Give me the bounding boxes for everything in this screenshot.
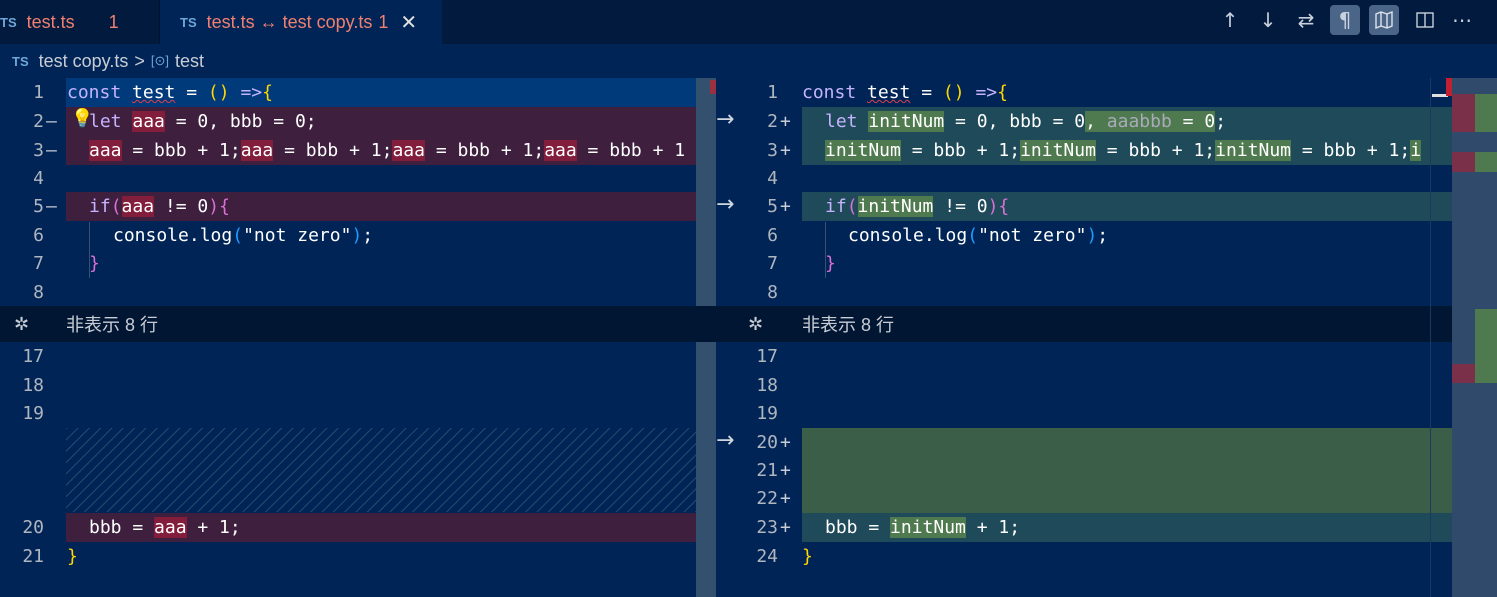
code-line-24: } <box>802 546 813 567</box>
removed-marker: — <box>46 196 57 217</box>
line-number: 17 <box>22 346 44 367</box>
code-line-23: bbb = initNum + 1; <box>825 517 1021 538</box>
line-number: 24 <box>756 546 778 567</box>
breadcrumb: TS test copy.ts > [⊙] test <box>0 44 1497 78</box>
added-marker: + <box>780 140 791 161</box>
typescript-icon: TS <box>12 53 29 69</box>
line-number: 20 <box>22 517 44 538</box>
pilcrow-icon[interactable]: ¶ <box>1330 5 1360 35</box>
tab-diff[interactable]: TS test.ts ↔ test copy.ts 1 ✕ <box>160 0 442 44</box>
tab-bar: TS test.ts 1 TS test.ts ↔ test copy.ts 1… <box>0 0 1497 44</box>
problem-count: 1 <box>378 11 389 32</box>
code-line-7: } <box>825 253 836 274</box>
tab-label: test.ts <box>26 11 75 32</box>
line-number: 20 <box>756 432 778 453</box>
code-line-6: console.log("not zero"); <box>848 225 1109 246</box>
line-number: 17 <box>756 346 778 367</box>
unfold-icon[interactable]: ✲ <box>748 306 763 342</box>
code-line-5: if(initNum != 0){ <box>825 196 1010 217</box>
added-marker: + <box>780 517 791 538</box>
line-number: 3 <box>33 140 44 161</box>
split-editor-icon[interactable] <box>1410 5 1440 35</box>
code-line-20: bbb = aaa + 1; <box>89 517 241 538</box>
added-marker: + <box>780 460 791 481</box>
code-line-1: const test = () =>{ <box>802 82 1008 103</box>
arrow-up-icon[interactable]: ↑ <box>1215 5 1245 35</box>
code-line-5: if(aaa != 0){ <box>89 196 230 217</box>
unfold-icon[interactable]: ✲ <box>14 306 29 342</box>
overview-ruler-mark <box>710 80 716 94</box>
code-line-7: } <box>89 253 100 274</box>
hidden-lines-label[interactable]: 非表示 8 行 <box>802 306 894 342</box>
code-line-6: console.log("not zero"); <box>113 225 374 246</box>
line-number: 7 <box>767 253 778 274</box>
removed-marker: — <box>46 111 57 132</box>
line-number: 23 <box>756 517 778 538</box>
removed-marker: — <box>46 140 57 161</box>
line-number: 21 <box>756 460 778 481</box>
line-number: 22 <box>756 488 778 509</box>
line-number: 6 <box>33 225 44 246</box>
line-number: 4 <box>33 168 44 189</box>
line-number: 19 <box>756 403 778 424</box>
line-number: 1 <box>767 82 778 103</box>
line-number: 8 <box>33 282 44 303</box>
line-number: 5 <box>767 196 778 217</box>
diagonal-fill <box>66 428 716 512</box>
breadcrumb-symbol[interactable]: test <box>175 51 204 72</box>
ruler-inserted <box>1475 309 1497 383</box>
code-line-1: const test = () =>{ <box>67 82 273 103</box>
revert-arrow-icon[interactable]: → <box>716 107 734 132</box>
line-number: 2 <box>33 111 44 132</box>
inserted-block <box>802 428 1452 513</box>
added-marker: + <box>780 432 791 453</box>
scrollbar[interactable] <box>1430 78 1453 597</box>
line-number: 8 <box>767 282 778 303</box>
typescript-icon: TS <box>0 14 17 30</box>
line-number: 19 <box>22 403 44 424</box>
code-line-2: let aaa = 0, bbb = 0; <box>89 111 317 132</box>
added-marker: + <box>780 111 791 132</box>
line-number: 1 <box>33 82 44 103</box>
ruler-removed <box>1452 364 1475 383</box>
code-line-3: initNum = bbb + 1;initNum = bbb + 1;init… <box>825 140 1422 161</box>
hidden-lines-label[interactable]: 非表示 8 行 <box>66 306 158 342</box>
map-icon[interactable] <box>1369 5 1399 35</box>
line-number: 4 <box>767 168 778 189</box>
tab-test-ts[interactable]: TS test.ts 1 <box>0 0 160 44</box>
code-line-21: } <box>67 546 78 567</box>
arrow-down-icon[interactable]: ↓ <box>1253 5 1283 35</box>
ruler-inserted <box>1475 152 1497 172</box>
tab-label: test.ts ↔ test copy.ts <box>206 11 373 32</box>
close-icon[interactable]: ✕ <box>400 10 417 35</box>
line-number: 2 <box>767 111 778 132</box>
swap-icon[interactable]: ⇄ <box>1291 5 1321 35</box>
hidden-lines-bar <box>0 306 1452 342</box>
ruler-removed <box>1452 94 1475 132</box>
added-marker: + <box>780 488 791 509</box>
symbol-variable-icon: [⊙] <box>150 53 169 68</box>
revert-arrow-icon[interactable]: → <box>716 192 734 217</box>
ruler-removed <box>1452 152 1475 172</box>
line-number: 3 <box>767 140 778 161</box>
line-number: 5 <box>33 196 44 217</box>
line-number: 21 <box>22 546 44 567</box>
code-line-3: aaa = bbb + 1;aaa = bbb + 1;aaa = bbb + … <box>89 140 686 161</box>
line-number: 7 <box>33 253 44 274</box>
line-number: 18 <box>22 375 44 396</box>
code-line-2: let initNum = 0, bbb = 0, aaabbb = 0; <box>825 111 1227 132</box>
chevron-right-icon: > <box>134 50 145 71</box>
revert-arrow-icon[interactable]: → <box>716 428 734 453</box>
added-marker: + <box>780 196 791 217</box>
breadcrumb-file[interactable]: test copy.ts <box>39 51 129 72</box>
more-icon[interactable]: ⋯ <box>1447 5 1477 35</box>
line-number: 18 <box>756 375 778 396</box>
typescript-icon: TS <box>180 14 197 30</box>
ruler-inserted <box>1475 94 1497 132</box>
problem-count: 1 <box>108 11 119 32</box>
line-number: 6 <box>767 225 778 246</box>
